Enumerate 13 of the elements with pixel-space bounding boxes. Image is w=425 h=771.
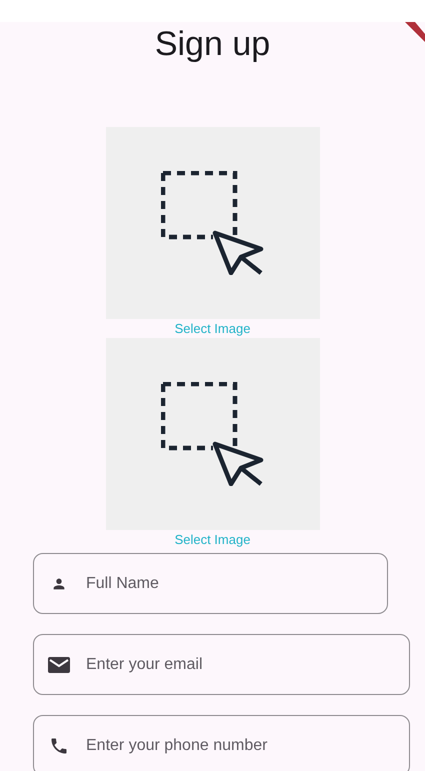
- select-image-link[interactable]: Select Image: [174, 319, 250, 338]
- input-field[interactable]: Enter your email: [33, 634, 410, 695]
- image-picker[interactable]: [106, 127, 320, 319]
- select-area-icon: [160, 382, 264, 486]
- image-picker[interactable]: [106, 338, 320, 530]
- select-area-icon: [160, 171, 264, 275]
- person-icon: [51, 576, 67, 592]
- input-field[interactable]: Enter your phone number: [33, 715, 410, 771]
- envelope-icon: [48, 656, 70, 672]
- page-title: Sign up: [154, 24, 270, 64]
- select-image-link[interactable]: Select Image: [174, 530, 250, 549]
- input-field[interactable]: Full Name: [33, 553, 388, 614]
- phone-icon: [49, 736, 69, 756]
